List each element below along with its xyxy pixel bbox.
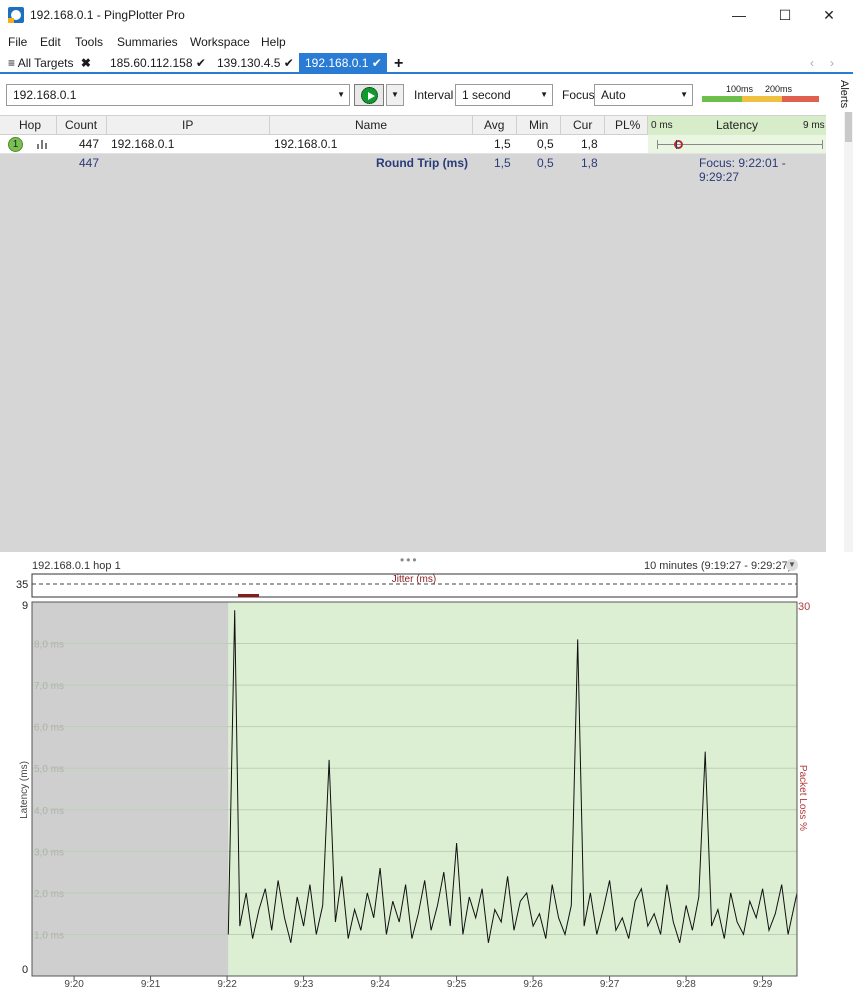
gridline-label: 6,0 ms <box>34 723 64 734</box>
x-tick-label: 9:27 <box>600 979 620 990</box>
gridline-label: 2,0 ms <box>34 889 64 900</box>
latency-graph[interactable]: Jitter (ms) 35 8,0 ms 7,0 ms 6,0 ms 5,0 ms 4… <box>0 0 853 999</box>
x-axis-ticks: 9:20 9:21 9:22 9:23 9:24 9:25 9:26 9:27 9:28 9:29 <box>64 976 773 990</box>
gridline-label: 3,0 ms <box>34 847 64 858</box>
x-tick-label: 9:28 <box>676 979 696 990</box>
x-tick-label: 9:22 <box>217 979 237 990</box>
gridline-label: 1,0 ms <box>34 930 64 941</box>
jitter-mark <box>238 594 259 597</box>
x-tick-label: 9:26 <box>523 979 543 990</box>
jitter-label: Jitter (ms) <box>392 574 436 585</box>
x-tick-label: 9:20 <box>64 979 84 990</box>
x-tick-label: 9:21 <box>141 979 161 990</box>
y-axis-min-label: 0 <box>22 964 28 976</box>
y-axis-max-label: 9 <box>22 600 28 612</box>
y-axis-title: Latency (ms) <box>19 761 30 819</box>
x-tick-label: 9:25 <box>447 979 467 990</box>
no-data-region <box>32 602 229 976</box>
x-tick-label: 9:23 <box>294 979 314 990</box>
gridline-label: 4,0 ms <box>34 806 64 817</box>
x-tick-label: 9:24 <box>370 979 390 990</box>
x-tick-label: 9:29 <box>753 979 773 990</box>
gridline-label: 5,0 ms <box>34 764 64 775</box>
gridline-label: 8,0 ms <box>34 640 64 651</box>
packet-loss-axis-title: Packet Loss % <box>797 765 808 831</box>
gridline-label: 7,0 ms <box>34 681 64 692</box>
packet-loss-max-label: 30 <box>798 601 810 613</box>
jitter-max-label: 35 <box>16 579 28 591</box>
